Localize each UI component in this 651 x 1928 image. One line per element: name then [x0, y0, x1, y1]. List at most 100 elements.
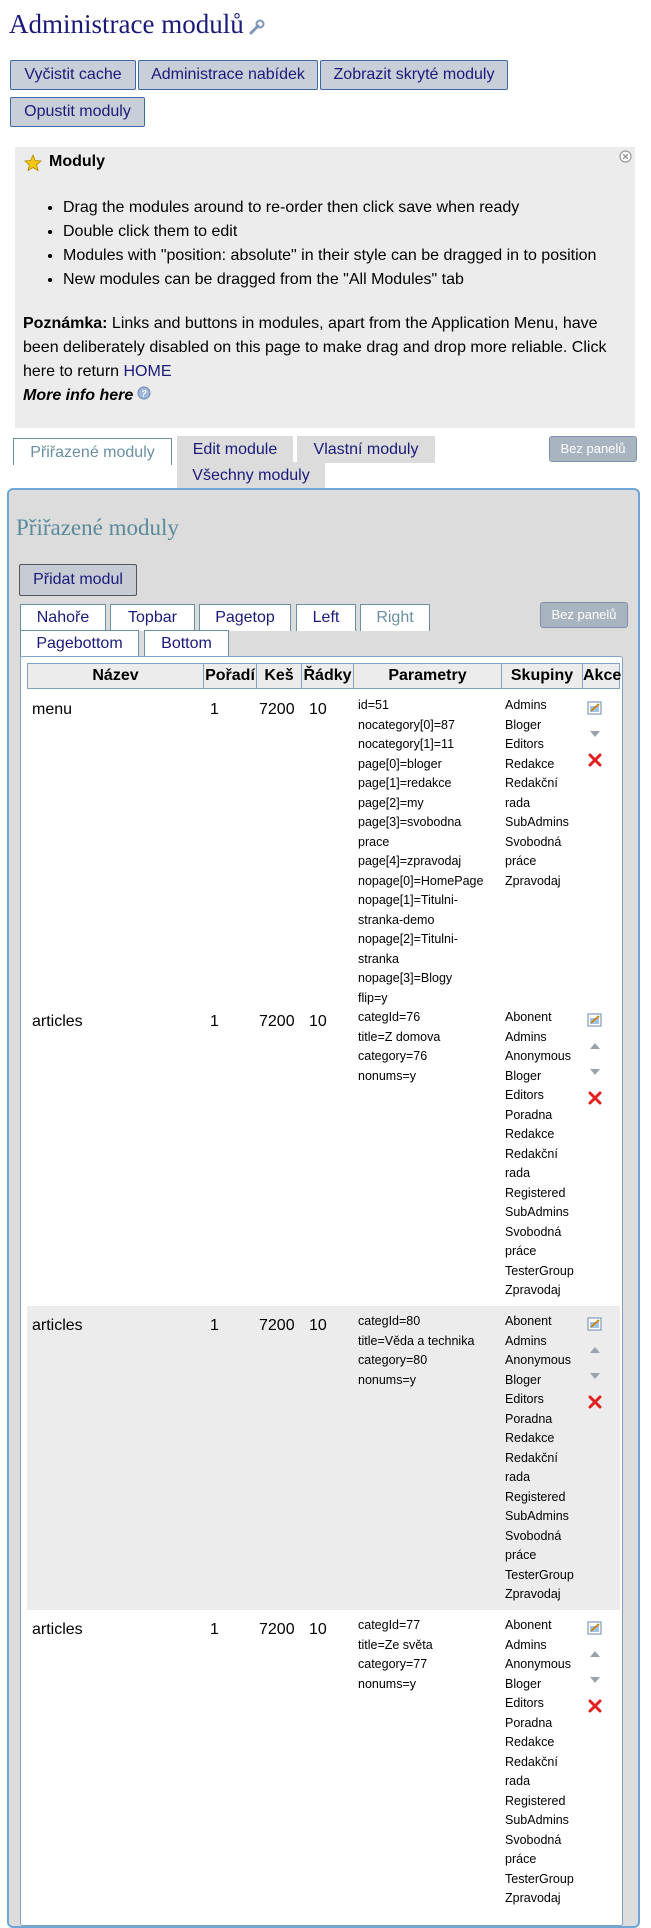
- group-line: Redakční: [505, 1146, 558, 1161]
- group-line: Bloger: [505, 1676, 542, 1691]
- group-line: Redakční: [505, 776, 558, 790]
- more-info-label[interactable]: More info here: [23, 387, 133, 404]
- group-line: Registered: [505, 1489, 566, 1504]
- arrow-down-icon[interactable]: [587, 1064, 603, 1085]
- group-line: Zpravodaj: [505, 873, 561, 888]
- cell-rows: 10: [309, 701, 327, 718]
- delete-icon[interactable]: [587, 752, 603, 773]
- group-line: Registered: [505, 1793, 566, 1808]
- menu-admin-button[interactable]: Administrace nabídek: [138, 60, 318, 90]
- group-line: Svobodná: [505, 1832, 562, 1847]
- arrow-up-icon[interactable]: [587, 1038, 603, 1059]
- info-tab: Moduly: [15, 147, 115, 176]
- param-line: category=77: [358, 1657, 428, 1671]
- note-label: Poznámka:: [23, 315, 108, 332]
- group-line: Poradna: [505, 1107, 553, 1122]
- cell-actions: [587, 1012, 603, 1116]
- close-icon[interactable]: [619, 150, 632, 168]
- group-line: TesterGroup: [505, 1263, 574, 1278]
- cell-order: 1: [210, 1317, 219, 1334]
- delete-icon[interactable]: [587, 1090, 603, 1111]
- param-line: prace: [358, 834, 390, 849]
- group-line: TesterGroup: [505, 1567, 574, 1582]
- col-header-groups[interactable]: Skupiny: [502, 664, 583, 688]
- table-row[interactable]: menu 1 7200 10 id=51 nocategory[0]=87 nocatego…: [27, 690, 620, 1005]
- home-link[interactable]: HOME: [124, 363, 172, 380]
- show-hidden-modules-button[interactable]: Zobrazit skryté moduly: [320, 60, 508, 90]
- group-line: Zpravodaj: [505, 1891, 561, 1905]
- cell-order: 1: [210, 1621, 219, 1638]
- tab-custom-modules[interactable]: Vlastní moduly: [297, 436, 435, 463]
- info-bullets: Drag the modules around to re-order then…: [15, 196, 635, 292]
- cell-name: articles: [32, 1317, 83, 1334]
- tab-all-modules[interactable]: Všechny moduly: [177, 462, 325, 489]
- param-line: page[0]=bloger: [358, 756, 442, 771]
- no-panels-button[interactable]: Bez panelů: [549, 436, 637, 462]
- group-line: Redakční: [505, 1754, 558, 1769]
- edit-icon[interactable]: [587, 1620, 603, 1641]
- arrow-down-icon[interactable]: [587, 726, 603, 747]
- cell-rows: 10: [309, 1013, 327, 1030]
- group-line: Redakce: [505, 1735, 555, 1749]
- arrow-up-icon[interactable]: [587, 1646, 603, 1667]
- group-line: SubAdmins: [505, 1509, 569, 1523]
- group-line: Svobodná: [505, 834, 562, 849]
- param-line: title=Ze světa: [358, 1637, 433, 1652]
- arrow-down-icon[interactable]: [587, 1672, 603, 1693]
- param-line: page[4]=zpravodaj: [358, 854, 462, 868]
- tab-position-left[interactable]: Left: [296, 604, 356, 631]
- page-title-text: Administrace modulů: [9, 9, 244, 39]
- edit-icon[interactable]: [587, 700, 603, 721]
- edit-icon[interactable]: [587, 1012, 603, 1033]
- tab-position-nahore[interactable]: Nahoře: [20, 604, 106, 631]
- modules-table: Název Pořadí Keš Řádky Parametry Skupiny…: [20, 656, 623, 1926]
- group-line: rada: [505, 1774, 531, 1788]
- cell-cache: 7200: [259, 1013, 295, 1030]
- more-info[interactable]: More info here?: [23, 384, 151, 408]
- col-header-order[interactable]: Pořadí: [204, 664, 257, 688]
- cell-rows: 10: [309, 1621, 327, 1638]
- group-line: Bloger: [505, 1068, 542, 1083]
- group-line: Bloger: [505, 717, 542, 732]
- help-icon[interactable]: ?: [137, 384, 151, 408]
- exit-modules-button[interactable]: Opustit moduly: [10, 97, 145, 127]
- col-header-cache[interactable]: Keš: [257, 664, 302, 688]
- param-line: nopage[0]=HomePage: [358, 873, 484, 888]
- tab-position-pagetop[interactable]: Pagetop: [199, 604, 291, 631]
- add-module-button[interactable]: Přidat modul: [19, 564, 137, 596]
- tab-position-bottom[interactable]: Bottom: [144, 630, 229, 657]
- group-line: Registered: [505, 1185, 566, 1200]
- table-row[interactable]: articles 1 7200 10 categId=77 title=Ze světa c…: [27, 1610, 620, 1925]
- group-line: Poradna: [505, 1411, 553, 1426]
- cell-groups: Abonent Admins Anonymous Bloger Editors Porad…: [505, 1616, 581, 1909]
- group-line: Editors: [505, 737, 544, 751]
- info-bullet: Double click them to edit: [63, 220, 635, 244]
- clear-cache-button[interactable]: Vyčistit cache: [10, 60, 136, 90]
- edit-icon[interactable]: [587, 1316, 603, 1337]
- col-header-name[interactable]: Název: [28, 664, 204, 688]
- param-line: id=51: [358, 698, 389, 712]
- arrow-up-icon[interactable]: [587, 1342, 603, 1363]
- tab-position-right[interactable]: Right: [360, 604, 430, 631]
- group-line: Abonent: [505, 1314, 552, 1328]
- tab-position-pagebottom[interactable]: Pagebottom: [20, 630, 139, 657]
- arrow-down-icon[interactable]: [587, 1368, 603, 1389]
- tab-edit-module[interactable]: Edit module: [177, 436, 293, 463]
- group-line: Admins: [505, 1333, 547, 1348]
- table-row[interactable]: articles 1 7200 10 categId=80 title=Věda a te…: [27, 1306, 620, 1610]
- no-panels-button-inner[interactable]: Bez panelů: [540, 602, 628, 628]
- wrench-icon: [248, 10, 266, 44]
- delete-icon[interactable]: [587, 1698, 603, 1719]
- note-text: Links and buttons in modules, apart from…: [23, 315, 607, 380]
- group-line: rada: [505, 1166, 531, 1180]
- table-row[interactable]: articles 1 7200 10 categId=76 title=Z domova c…: [27, 1002, 620, 1306]
- group-line: Poradna: [505, 1715, 553, 1730]
- param-line: page[2]=my: [358, 795, 424, 810]
- tab-position-topbar[interactable]: Topbar: [110, 604, 195, 631]
- info-bullet: Drag the modules around to re-order then…: [63, 196, 635, 220]
- cell-params: categId=77 title=Ze světa category=77 nonum…: [358, 1616, 498, 1694]
- tab-assigned-modules[interactable]: Přiřazené moduly: [13, 438, 172, 465]
- col-header-rows[interactable]: Řádky: [302, 664, 354, 688]
- delete-icon[interactable]: [587, 1394, 603, 1415]
- col-header-params[interactable]: Parametry: [354, 664, 502, 688]
